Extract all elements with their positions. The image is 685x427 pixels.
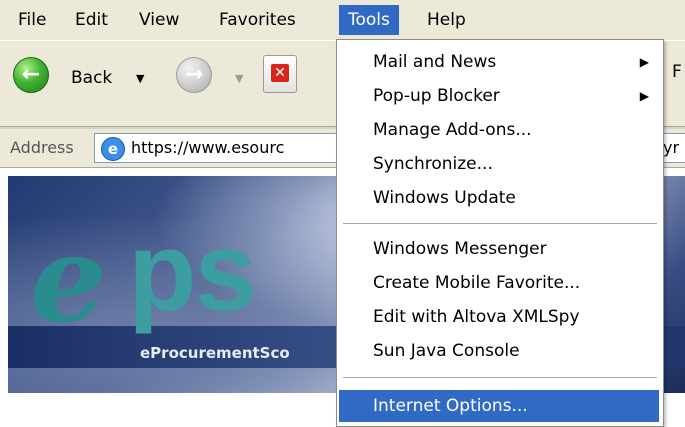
- menu-item-synchronize[interactable]: Synchronize...: [339, 148, 659, 180]
- back-arrow-icon: ←: [13, 57, 49, 93]
- menu-bar: File Edit View Favorites Tools Help: [0, 0, 685, 40]
- menu-separator: [343, 377, 657, 379]
- submenu-arrow-icon: ▶: [639, 55, 649, 69]
- tools-menu: Mail and News ▶ Pop-up Blocker ▶ Manage …: [336, 39, 664, 427]
- forward-dropdown-icon[interactable]: ▼: [235, 72, 243, 85]
- menu-view[interactable]: View: [130, 5, 188, 35]
- menu-separator: [343, 223, 657, 225]
- address-url-tail: yr: [663, 138, 680, 157]
- menu-item-mail-and-news[interactable]: Mail and News ▶: [339, 46, 659, 78]
- address-label: Address: [10, 138, 74, 157]
- ie-page-icon: e: [101, 137, 125, 161]
- forward-arrow-icon: →: [184, 62, 204, 87]
- back-dropdown-icon[interactable]: ▼: [136, 72, 144, 85]
- eps-logo-e: e: [30, 209, 107, 350]
- menu-item-windows-messenger[interactable]: Windows Messenger: [339, 233, 659, 265]
- menu-item-sun-java-console[interactable]: Sun Java Console: [339, 335, 659, 367]
- menu-item-label: Pop-up Blocker: [373, 86, 500, 106]
- menu-favorites[interactable]: Favorites: [210, 5, 305, 35]
- menu-file[interactable]: File: [9, 5, 55, 35]
- back-label: Back: [71, 68, 113, 88]
- menu-item-manage-addons[interactable]: Manage Add-ons...: [339, 114, 659, 146]
- eps-logo-subtitle: eProcurementSco: [140, 344, 290, 362]
- stop-icon: ✕: [271, 64, 289, 82]
- stop-button[interactable]: ✕: [263, 55, 297, 93]
- menu-edit[interactable]: Edit: [66, 5, 117, 35]
- address-url: https://www.esourc: [131, 138, 285, 157]
- submenu-arrow-icon: ▶: [639, 89, 649, 103]
- menu-item-windows-update[interactable]: Windows Update: [339, 182, 659, 214]
- menu-item-popup-blocker[interactable]: Pop-up Blocker ▶: [339, 80, 659, 112]
- menu-item-internet-options[interactable]: Internet Options...: [339, 390, 659, 422]
- menu-help[interactable]: Help: [418, 5, 475, 35]
- toolbar-clipped-label: F: [672, 62, 682, 82]
- menu-tools[interactable]: Tools: [339, 5, 399, 35]
- menu-item-edit-with-xmlspy[interactable]: Edit with Altova XMLSpy: [339, 301, 659, 333]
- forward-button[interactable]: →: [176, 57, 212, 93]
- back-button[interactable]: ← Back ▼: [13, 54, 173, 96]
- menu-item-create-mobile-favorite[interactable]: Create Mobile Favorite...: [339, 267, 659, 299]
- menu-item-label: Mail and News: [373, 52, 497, 72]
- eps-logo-ps: ps: [128, 209, 257, 334]
